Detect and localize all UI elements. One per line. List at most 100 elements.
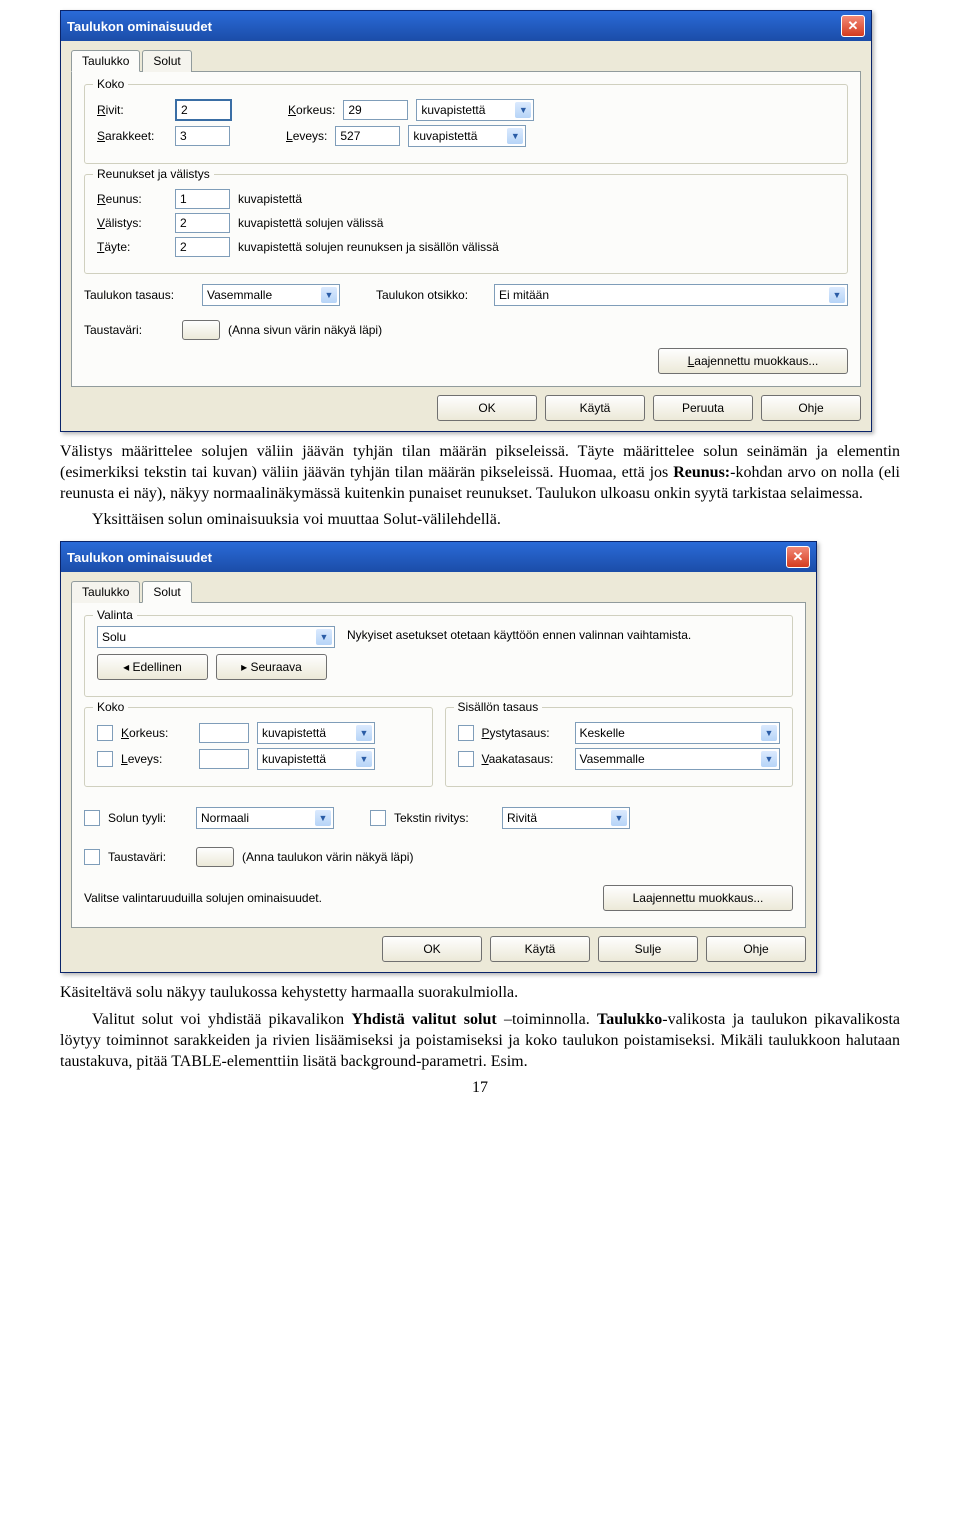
chevron-down-icon: ▼	[515, 102, 531, 118]
paragraph-block-2: Käsiteltävä solu näkyy taulukossa kehyst…	[0, 983, 960, 1099]
close-icon[interactable]: ✕	[786, 546, 810, 568]
rows-label: Rivit:	[97, 103, 167, 117]
prev-button[interactable]: ◂ Edellinen	[97, 654, 208, 680]
help-button[interactable]: Ohje	[761, 395, 861, 421]
chevron-down-icon: ▼	[829, 287, 845, 303]
chevron-down-icon: ▼	[761, 751, 777, 767]
caption-select[interactable]: Ei mitään ▼	[494, 284, 848, 306]
valistys-label: Välistys:	[97, 216, 167, 230]
selection-group: Valinta Solu ▼ ◂ Edellinen ▸ Seuraava Ny…	[84, 615, 793, 697]
cols-input[interactable]	[175, 126, 230, 146]
close-icon[interactable]: ✕	[841, 15, 865, 37]
content-align-group: Sisällön tasaus Pystytasaus: Keskelle ▼ …	[445, 707, 794, 787]
tabs: Taulukko Solut	[71, 580, 806, 602]
table-properties-dialog-2: Taulukon ominaisuudet ✕ Taulukko Solut V…	[60, 541, 817, 973]
next-button[interactable]: ▸ Seuraava	[216, 654, 327, 680]
align-select[interactable]: Vasemmalle ▼	[202, 284, 340, 306]
halign-label: Vaakatasaus:	[482, 752, 567, 766]
valign-select[interactable]: Keskelle ▼	[575, 722, 781, 744]
tab-solut[interactable]: Solut	[142, 50, 191, 72]
ok-button[interactable]: OK	[437, 395, 537, 421]
window-title: Taulukon ominaisuudet	[67, 550, 786, 565]
chevron-down-icon: ▼	[321, 287, 337, 303]
cell-style-select[interactable]: Normaali ▼	[196, 807, 334, 829]
height-checkbox[interactable]	[97, 725, 113, 741]
advanced-edit-button[interactable]: Laajennettu muokkaus...	[603, 885, 793, 911]
height-input[interactable]	[343, 100, 408, 120]
valistys-input[interactable]	[175, 213, 230, 233]
legend: Koko	[93, 77, 128, 91]
bg-label: Taustaväri:	[108, 850, 188, 864]
reunus-label: Reunus:	[97, 192, 167, 206]
chevron-down-icon: ▼	[316, 629, 332, 645]
tayte-input[interactable]	[175, 237, 230, 257]
tab-solut[interactable]: Solut	[142, 581, 191, 603]
legend: Koko	[93, 700, 128, 714]
apply-button[interactable]: Käytä	[490, 936, 590, 962]
valign-checkbox[interactable]	[458, 725, 474, 741]
bg-text: (Anna taulukon värin näkyä läpi)	[242, 850, 413, 864]
bg-text: (Anna sivun värin näkyä läpi)	[228, 323, 382, 337]
width-unit-select[interactable]: kuvapistettä ▼	[257, 748, 375, 770]
reunus-text: kuvapistettä	[238, 192, 302, 206]
cell-style-label: Solun tyyli:	[108, 811, 188, 825]
width-input[interactable]	[335, 126, 400, 146]
bg-color-button[interactable]	[196, 847, 234, 867]
cancel-button[interactable]: Peruuta	[653, 395, 753, 421]
valign-label: Pystytasaus:	[482, 726, 567, 740]
cell-style-checkbox[interactable]	[84, 810, 100, 826]
size-group: Koko Rivit: Korkeus: kuvapistettä ▼ Sara…	[84, 84, 848, 164]
page-number: 17	[60, 1078, 900, 1099]
chevron-down-icon: ▼	[761, 725, 777, 741]
titlebar[interactable]: Taulukon ominaisuudet ✕	[61, 542, 816, 572]
hint-text: Valitse valintaruuduilla solujen ominais…	[84, 891, 322, 905]
halign-checkbox[interactable]	[458, 751, 474, 767]
border-group: Reunukset ja välistys Reunus: kuvapistet…	[84, 174, 848, 274]
selection-note: Nykyiset asetukset otetaan käyttöön enne…	[347, 626, 780, 642]
titlebar[interactable]: Taulukon ominaisuudet ✕	[61, 11, 871, 41]
cols-label: Sarakkeet:	[97, 129, 167, 143]
size-group: Koko Korkeus: kuvapistettä ▼ Leveys:	[84, 707, 433, 787]
height-unit-select[interactable]: kuvapistettä ▼	[257, 722, 375, 744]
advanced-edit-button[interactable]: Laajennettu muokkaus...	[658, 348, 848, 374]
rows-input[interactable]	[175, 99, 232, 121]
tabs: Taulukko Solut	[71, 49, 861, 71]
close-button[interactable]: Sulje	[598, 936, 698, 962]
reunus-input[interactable]	[175, 189, 230, 209]
chevron-down-icon: ▼	[611, 810, 627, 826]
height-unit-select[interactable]: kuvapistettä ▼	[416, 99, 534, 121]
bg-label: Taustaväri:	[84, 323, 174, 337]
tayte-text: kuvapistettä solujen reunuksen ja sisäll…	[238, 240, 499, 254]
height-input[interactable]	[199, 723, 249, 743]
width-checkbox[interactable]	[97, 751, 113, 767]
chevron-down-icon: ▼	[356, 725, 372, 741]
halign-select[interactable]: Vasemmalle ▼	[575, 748, 781, 770]
height-label: Korkeus:	[121, 726, 191, 740]
selection-select[interactable]: Solu ▼	[97, 626, 335, 648]
table-properties-dialog-1: Taulukon ominaisuudet ✕ Taulukko Solut K…	[60, 10, 872, 432]
window-title: Taulukon ominaisuudet	[67, 19, 841, 34]
text-wrap-checkbox[interactable]	[370, 810, 386, 826]
valistys-text: kuvapistettä solujen välissä	[238, 216, 383, 230]
help-button[interactable]: Ohje	[706, 936, 806, 962]
width-unit-select[interactable]: kuvapistettä ▼	[408, 125, 526, 147]
tab-taulukko[interactable]: Taulukko	[71, 50, 140, 72]
chevron-down-icon: ▼	[315, 810, 331, 826]
height-label: Korkeus:	[288, 103, 335, 117]
tab-taulukko[interactable]: Taulukko	[71, 581, 140, 603]
paragraph-block-1: Välistys määrittelee solujen väliin jääv…	[0, 442, 960, 531]
width-input[interactable]	[199, 749, 249, 769]
chevron-down-icon: ▼	[356, 751, 372, 767]
bg-color-button[interactable]	[182, 320, 220, 340]
align-label: Taulukon tasaus:	[84, 288, 194, 302]
legend: Reunukset ja välistys	[93, 167, 214, 181]
tayte-label: Täyte:	[97, 240, 167, 254]
bg-checkbox[interactable]	[84, 849, 100, 865]
text-wrap-select[interactable]: Rivitä ▼	[502, 807, 630, 829]
apply-button[interactable]: Käytä	[545, 395, 645, 421]
chevron-down-icon: ▼	[507, 128, 523, 144]
width-label: Leveys:	[286, 129, 327, 143]
legend: Sisällön tasaus	[454, 700, 543, 714]
ok-button[interactable]: OK	[382, 936, 482, 962]
legend: Valinta	[93, 608, 137, 622]
